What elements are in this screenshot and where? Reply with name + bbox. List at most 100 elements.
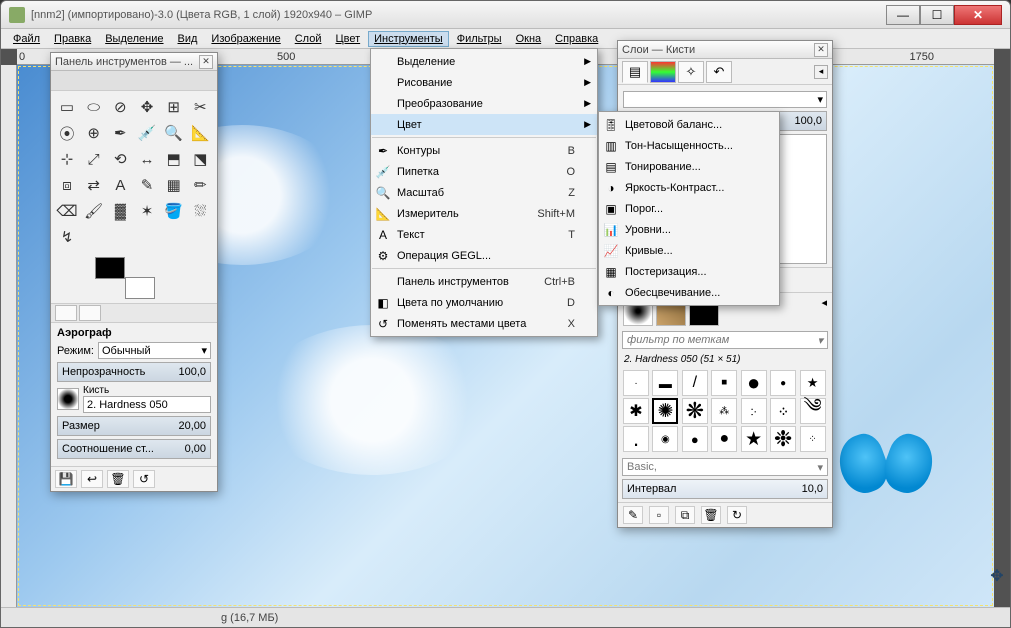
tool-button[interactable]: ↔ (135, 147, 159, 171)
refresh-brush-icon[interactable]: ↻ (727, 506, 747, 524)
tool-button[interactable]: ⇄ (82, 173, 106, 197)
menu-окна[interactable]: Окна (510, 31, 548, 47)
tool-button[interactable]: ▓ (108, 199, 132, 223)
menu-инструменты[interactable]: Инструменты (368, 31, 449, 47)
foreground-color[interactable] (95, 257, 125, 279)
tool-button[interactable]: ✏ (188, 173, 212, 197)
new-brush-icon[interactable]: ▫ (649, 506, 669, 524)
brush-item[interactable]: ܀ (770, 398, 796, 424)
menu-вид[interactable]: Вид (172, 31, 204, 47)
restore-preset-icon[interactable]: ↩ (81, 470, 103, 488)
brush-item[interactable]: ჻ (741, 398, 767, 424)
menu-слой[interactable]: Слой (289, 31, 328, 47)
brush-item[interactable]: ❋ (682, 398, 708, 424)
brush-item[interactable]: ✺ (652, 398, 678, 424)
size-slider[interactable]: Размер 20,00 (57, 416, 211, 436)
brush-filter-input[interactable]: фильтр по меткам▾ (622, 331, 828, 349)
fg-bg-color[interactable] (95, 257, 155, 299)
menu-выделение[interactable]: Выделение (99, 31, 169, 47)
close-button[interactable] (954, 5, 1002, 25)
tool-button[interactable]: ⌫ (55, 199, 79, 223)
tool-button[interactable]: ✒ (108, 121, 132, 145)
save-preset-icon[interactable]: 💾 (55, 470, 77, 488)
menu-item[interactable]: AТекстT (371, 224, 597, 245)
tool-button[interactable]: 🪣 (162, 199, 186, 223)
duplicate-brush-icon[interactable]: ⧉ (675, 506, 695, 524)
menu-item[interactable]: 🔍МасштабZ (371, 182, 597, 203)
mode-select[interactable]: Обычный▾ (98, 342, 211, 359)
tool-button[interactable]: 🔍 (162, 121, 186, 145)
tool-button[interactable]: ✎ (135, 173, 159, 197)
ratio-slider[interactable]: Соотношение ст... 0,00 (57, 439, 211, 459)
menu-item[interactable]: ↺Поменять местами цветаX (371, 313, 597, 334)
tool-button[interactable]: ✂ (188, 95, 212, 119)
delete-brush-icon[interactable]: 🗑 (701, 506, 721, 524)
menu-цвет[interactable]: Цвет (329, 31, 366, 47)
menu-item[interactable]: ◧Цвета по умолчаниюD (371, 292, 597, 313)
tool-button[interactable]: ⊕ (82, 121, 106, 145)
menu-правка[interactable]: Правка (48, 31, 97, 47)
tool-button[interactable]: ⦿ (55, 121, 79, 145)
tool-button[interactable]: ⬔ (188, 147, 212, 171)
brush-item[interactable]: ༄ (800, 398, 826, 424)
ruler-vertical[interactable] (1, 65, 17, 607)
brush-category-select[interactable]: Basic,▾ (622, 458, 828, 476)
brush-select[interactable]: 2. Hardness 050 (83, 396, 211, 413)
menu-item[interactable]: ◐Обесцвечивание... (599, 282, 779, 303)
tool-button[interactable]: ⬒ (162, 147, 186, 171)
brush-item[interactable]: ● (770, 370, 796, 396)
menu-item[interactable]: Панель инструментовCtrl+B (371, 271, 597, 292)
brush-item[interactable]: ⁂ (711, 398, 737, 424)
menu-item[interactable]: ▣Порог... (599, 198, 779, 219)
menu-item[interactable]: Выделение▶ (371, 51, 597, 72)
navigation-icon[interactable]: ✥ (988, 567, 1006, 585)
brush-item[interactable]: ⁘ (800, 426, 826, 452)
brush-item[interactable]: ● (682, 426, 708, 452)
tool-button[interactable]: ↯ (55, 225, 79, 249)
minimize-button[interactable] (886, 5, 920, 25)
edit-brush-icon[interactable]: ✎ (623, 506, 643, 524)
tab-menu-icon[interactable]: ◂ (821, 296, 827, 325)
menu-справка[interactable]: Справка (549, 31, 604, 47)
tool-button[interactable]: ✥ (135, 95, 159, 119)
menu-item[interactable]: ◑Яркость-Контраст... (599, 177, 779, 198)
paths-tab[interactable]: ✧ (678, 61, 704, 83)
menu-фильтры[interactable]: Фильтры (451, 31, 508, 47)
toolbox-titlebar[interactable]: Панель инструментов — ... ✕ (51, 53, 217, 71)
tool-button[interactable]: ▭ (55, 95, 79, 119)
menu-item[interactable]: ▥Тон-Насыщенность... (599, 135, 779, 156)
brush-item[interactable]: ✱ (623, 398, 649, 424)
panel-close-icon[interactable]: ✕ (199, 55, 213, 69)
tool-button[interactable]: ⊘ (108, 95, 132, 119)
tool-button[interactable]: A (108, 173, 132, 197)
tool-button[interactable]: 📐 (188, 121, 212, 145)
brush-item[interactable]: ▪ (711, 370, 737, 396)
tool-button[interactable]: ⛆ (188, 199, 212, 223)
menu-item[interactable]: ▦Постеризация... (599, 261, 779, 282)
layers-tab[interactable]: ▤ (622, 61, 648, 83)
tool-options-tabs[interactable] (51, 303, 217, 323)
brush-item[interactable]: ▬ (652, 370, 678, 396)
menu-item[interactable]: 💉ПипеткаO (371, 161, 597, 182)
brush-item[interactable]: ❉ (770, 426, 796, 452)
delete-preset-icon[interactable]: 🗑 (107, 470, 129, 488)
brush-item[interactable]: · (623, 370, 649, 396)
brush-item[interactable]: / (682, 370, 708, 396)
tool-button[interactable]: ⊞ (162, 95, 186, 119)
tool-button[interactable]: ⬭ (82, 95, 106, 119)
menu-item[interactable]: 📐ИзмерительShift+M (371, 203, 597, 224)
tool-button[interactable]: ✶ (135, 199, 159, 223)
menu-item[interactable]: 🎚Цветовой баланс... (599, 114, 779, 135)
menu-item[interactable]: ⚙Операция GEGL... (371, 245, 597, 266)
brush-item[interactable]: ◉ (652, 426, 678, 452)
tool-button[interactable]: ⟲ (108, 147, 132, 171)
layer-mode-select[interactable]: ▾ (623, 91, 827, 108)
menu-item[interactable]: 📊Уровни... (599, 219, 779, 240)
brush-item[interactable]: ★ (741, 426, 767, 452)
undo-history-tab[interactable]: ↶ (706, 61, 732, 83)
reset-preset-icon[interactable]: ↺ (133, 470, 155, 488)
menu-файл[interactable]: Файл (7, 31, 46, 47)
tool-button[interactable]: ⤢ (82, 147, 106, 171)
tool-button[interactable]: ⧈ (55, 173, 79, 197)
opacity-slider[interactable]: Непрозрачность 100,0 (57, 362, 211, 382)
